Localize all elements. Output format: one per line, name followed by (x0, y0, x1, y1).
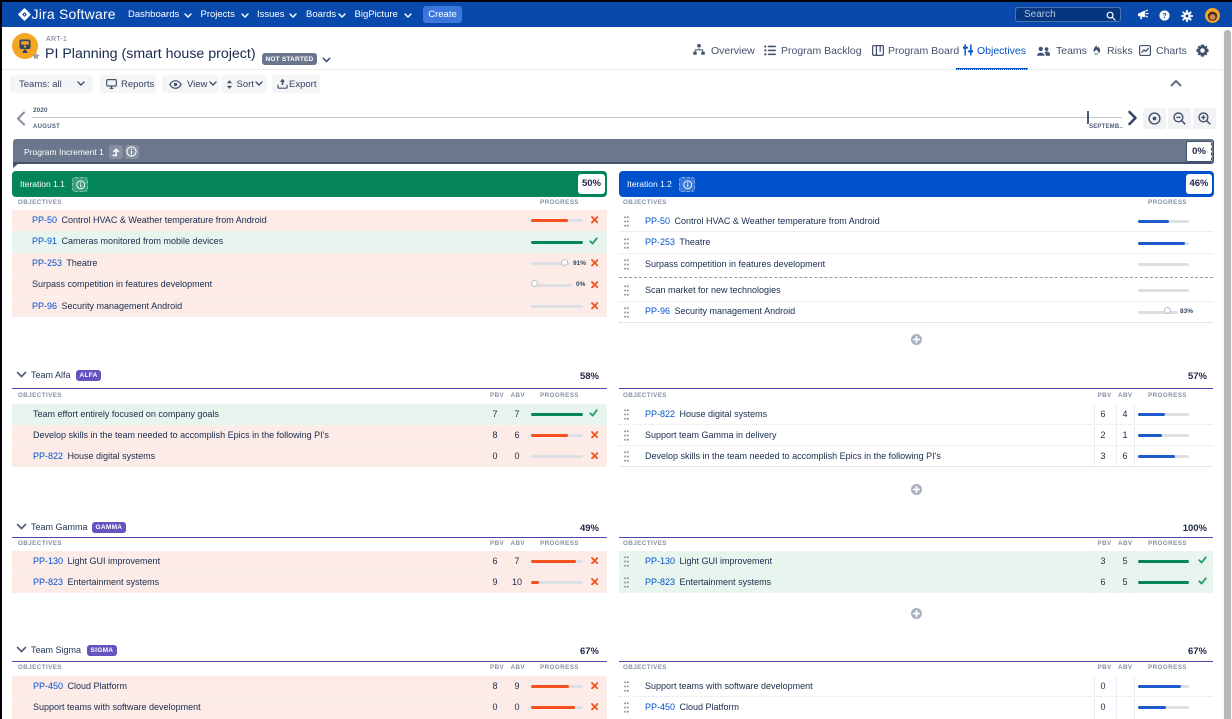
svg-text:?: ? (1162, 11, 1167, 20)
